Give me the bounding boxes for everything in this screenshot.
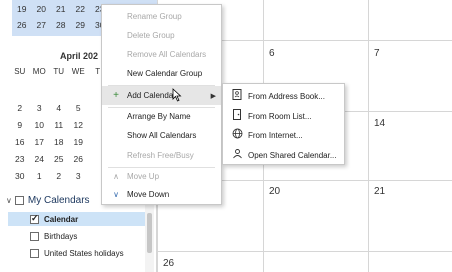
mini-calendar-week-row: 2 3 4 5 <box>10 99 88 116</box>
mini-calendar-month-title: April 202 <box>60 51 99 61</box>
mouse-cursor-icon <box>172 88 182 102</box>
mini-calendar-day[interactable]: 30 <box>10 171 30 181</box>
mini-calendar-day[interactable]: 29 <box>71 20 91 30</box>
mini-calendar-day[interactable]: 20 <box>32 4 52 14</box>
menu-item-remove-all-calendars[interactable]: Remove All Calendars <box>102 45 221 64</box>
mini-calendar-day[interactable]: 26 <box>12 20 32 30</box>
day-cell-number[interactable]: 6 <box>269 48 275 59</box>
my-calendars-label: My Calendars <box>27 195 90 206</box>
mini-calendar-day[interactable]: 3 <box>30 103 50 113</box>
submenu-item-from-room-list[interactable]: From Room List... <box>223 106 344 126</box>
calendar-item-label: Birthdays <box>44 231 78 241</box>
mini-calendar-day[interactable]: 18 <box>49 137 69 147</box>
menu-item-show-all-calendars[interactable]: Show All Calendars <box>102 126 221 145</box>
globe-icon <box>231 128 243 142</box>
menu-item-delete-group[interactable]: Delete Group <box>102 26 221 45</box>
submenu-arrow-icon: ▶ <box>210 92 216 100</box>
shared-calendar-icon <box>231 148 243 162</box>
mini-calendar-day[interactable]: 23 <box>10 154 30 164</box>
mini-calendar-week-row: 19 20 21 22 23 <box>12 4 110 14</box>
menu-item-refresh-free-busy[interactable]: Refresh Free/Busy <box>102 146 221 165</box>
mini-calendar-week-row: 23 24 25 26 <box>10 150 88 167</box>
submenu-item-open-shared-calendar[interactable]: Open Shared Calendar... <box>223 145 344 165</box>
calendar-group-context-menu: Rename Group Delete Group Remove All Cal… <box>101 4 222 205</box>
day-cell-number[interactable]: 14 <box>374 118 385 129</box>
mini-calendar-day[interactable]: 2 <box>10 103 30 113</box>
my-calendars-group-header[interactable]: ∨ My Calendars <box>6 195 90 206</box>
calendar-item-us-holidays[interactable]: United States holidays <box>30 246 124 260</box>
chevron-up-icon: ∧ <box>113 172 119 181</box>
mini-calendar-day[interactable]: 27 <box>32 20 52 30</box>
weekday-label: MO <box>32 67 46 76</box>
mini-calendar-day[interactable]: 26 <box>69 154 89 164</box>
mini-calendar-day[interactable]: 4 <box>49 103 69 113</box>
day-cell-number[interactable]: 21 <box>374 186 385 197</box>
mini-calendar-day[interactable]: 10 <box>30 120 50 130</box>
mini-calendar-day[interactable]: 19 <box>69 137 89 147</box>
mini-calendar-day[interactable]: 2 <box>49 171 69 181</box>
mini-calendar-day[interactable]: 19 <box>12 4 32 14</box>
mini-calendar-day[interactable]: 3 <box>69 171 89 181</box>
calendar-item-calendar[interactable]: Calendar <box>8 212 145 226</box>
calendar-item-birthdays[interactable]: Birthdays <box>30 229 77 243</box>
menu-item-arrange-by-name[interactable]: Arrange By Name <box>102 107 221 126</box>
mini-calendar-day[interactable]: 21 <box>51 4 71 14</box>
day-cell-number[interactable]: 20 <box>269 186 280 197</box>
outlook-calendar-window: 19 20 21 22 23 26 27 28 29 30 April 202 … <box>0 0 452 272</box>
calendar-checkbox[interactable] <box>30 248 39 258</box>
submenu-item-from-internet[interactable]: From Internet... <box>223 125 344 145</box>
mini-calendar-day[interactable]: 17 <box>30 137 50 147</box>
menu-item-move-down[interactable]: ∨ Move Down <box>102 185 221 204</box>
submenu-item-from-address-book[interactable]: From Address Book... <box>223 86 344 106</box>
address-book-icon <box>231 89 243 103</box>
mini-calendar-week-row: 30 1 2 3 <box>10 167 88 184</box>
weekday-label: WE <box>71 67 85 76</box>
mini-calendar-day[interactable]: 1 <box>30 171 50 181</box>
add-calendar-submenu: From Address Book... From Room List... F… <box>222 83 345 165</box>
mini-calendar-day[interactable]: 24 <box>30 154 50 164</box>
room-list-icon <box>231 109 243 123</box>
weekday-label: SU <box>14 67 26 76</box>
chevron-down-icon: ∨ <box>113 190 119 199</box>
menu-item-rename-group[interactable]: Rename Group <box>102 7 221 26</box>
mini-calendar-day[interactable]: 16 <box>10 137 30 147</box>
mini-calendar-day[interactable]: 25 <box>49 154 69 164</box>
mini-calendar-weekday-header: SU MO TU WE T <box>10 67 108 76</box>
menu-item-add-calendar[interactable]: + Add Calendar ▶ <box>102 86 221 105</box>
mini-calendar-day[interactable]: 22 <box>71 4 91 14</box>
calendar-checkbox[interactable] <box>30 231 39 241</box>
mini-calendar-week-row: 9 10 11 12 <box>10 116 88 133</box>
mini-calendar-day[interactable]: 11 <box>49 120 69 130</box>
mini-calendar-day[interactable]: 12 <box>69 120 89 130</box>
calendar-checkbox[interactable] <box>30 213 39 224</box>
day-cell-number[interactable]: 7 <box>374 48 380 59</box>
mini-calendar-grid: 2 3 4 5 9 10 11 12 16 17 18 19 23 24 25 <box>10 99 88 184</box>
mini-calendar-day[interactable]: 28 <box>51 20 71 30</box>
nav-scrollbar-thumb[interactable] <box>147 213 152 253</box>
calendar-item-label: United States holidays <box>44 248 124 258</box>
mini-calendar-week-row: 16 17 18 19 <box>10 133 88 150</box>
menu-item-new-calendar-group[interactable]: New Calendar Group <box>102 64 221 83</box>
weekday-label: TU <box>53 67 65 76</box>
chevron-down-icon[interactable]: ∨ <box>6 196 12 205</box>
menu-item-move-up[interactable]: ∧ Move Up <box>102 167 221 186</box>
grid-divider <box>157 251 452 252</box>
mini-calendar-day[interactable]: 9 <box>10 120 30 130</box>
mini-calendar-week-row: 26 27 28 29 30 <box>12 20 110 30</box>
day-cell-number[interactable]: 26 <box>163 258 174 269</box>
mini-calendar-day[interactable]: 5 <box>69 103 89 113</box>
calendar-item-label: Calendar <box>44 214 79 224</box>
add-icon: + <box>113 90 119 101</box>
group-checkbox[interactable] <box>14 196 24 205</box>
